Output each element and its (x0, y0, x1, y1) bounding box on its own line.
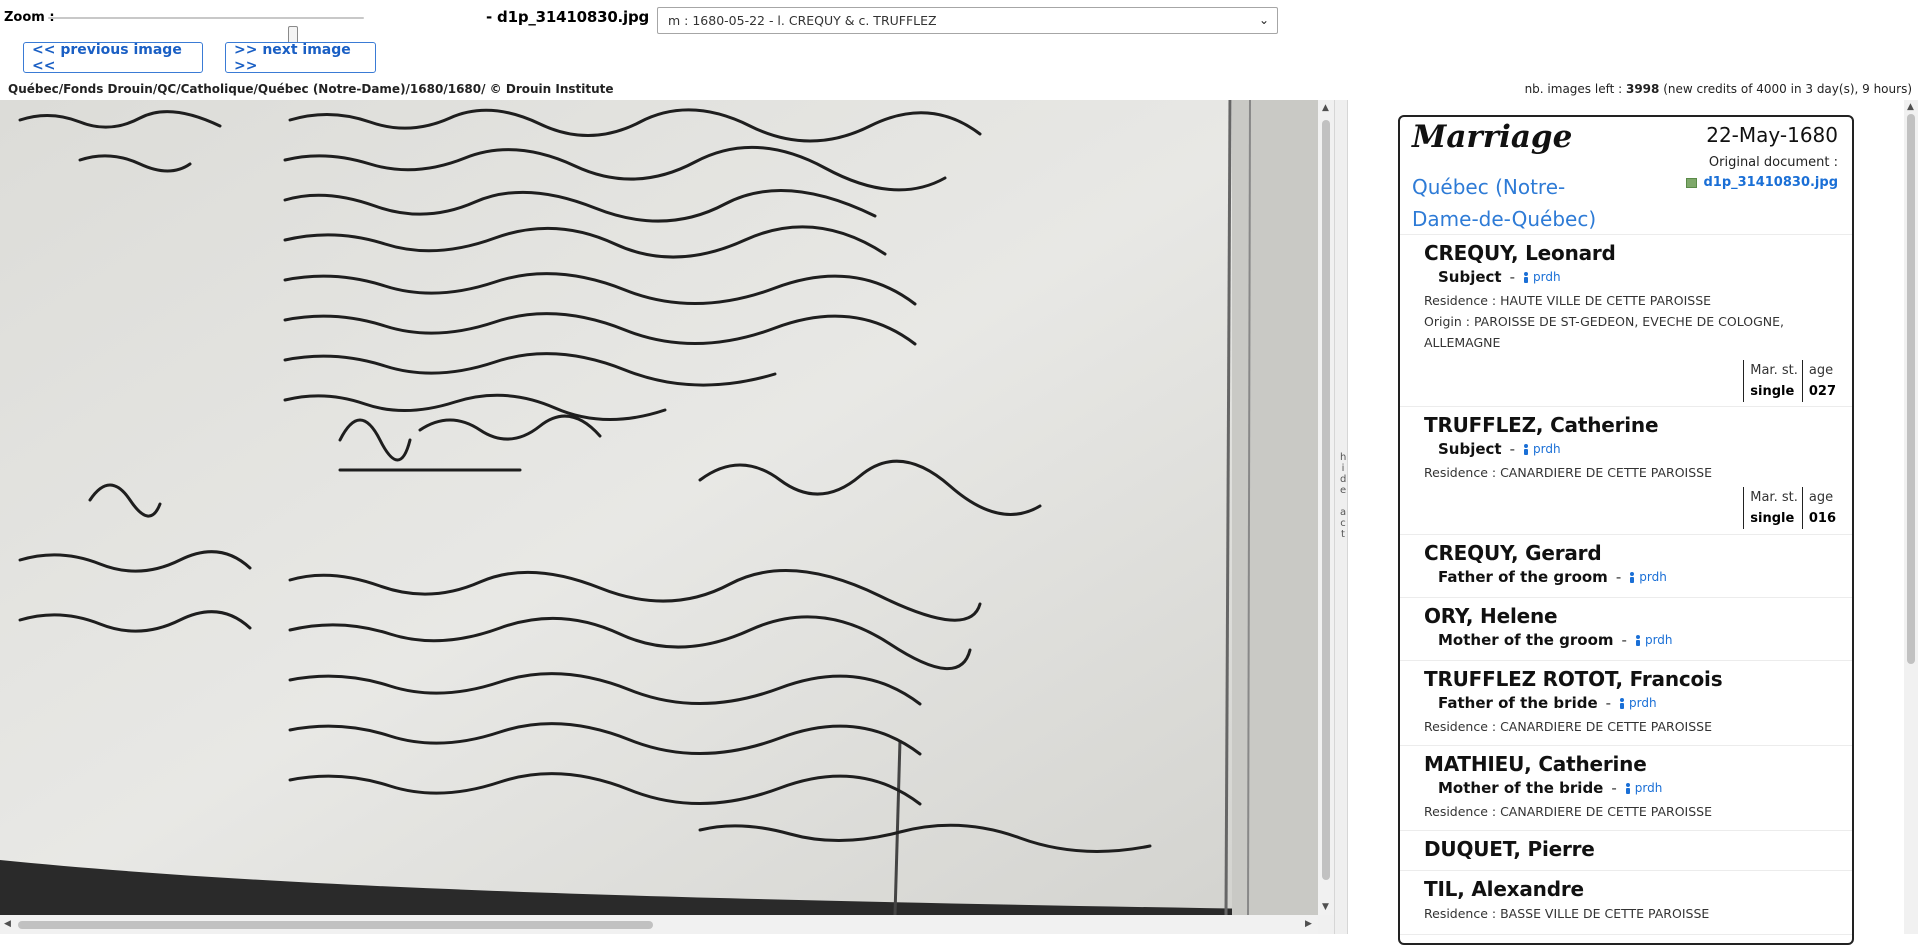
viewer-horizontal-scrollbar[interactable]: ◀ ▶ (0, 915, 1318, 934)
image-file-icon (1686, 177, 1698, 188)
original-document-filename[interactable]: d1p_31410830.jpg (1703, 175, 1838, 190)
chevron-down-icon: ⌄ (1258, 13, 1269, 27)
next-image-button[interactable]: >> next image >> (225, 42, 376, 74)
marital-status-table: Mar. st. single age 016 (1743, 487, 1840, 529)
zoom-label: Zoom : (4, 10, 55, 25)
act-details-panel: Marriage 22-May-1680 Québec (Notre-Dame-… (1348, 100, 1918, 945)
person-role: Mother of the bride (1438, 779, 1604, 797)
marital-status-value: single (1750, 511, 1795, 526)
person-role: Mother of the groom (1438, 631, 1614, 649)
person-role: Father of the bride (1438, 694, 1598, 712)
person-icon (1629, 571, 1636, 583)
person-icon (1523, 271, 1530, 283)
act-type: Marriage (1412, 119, 1573, 155)
person-name: TRUFFLEZ, Catherine (1424, 413, 1659, 437)
person-icon (1619, 697, 1626, 709)
scroll-right-icon[interactable]: ▶ (1305, 919, 1312, 929)
prdh-link[interactable]: prdh (1523, 442, 1561, 456)
person-entry: TRUFFLEZ ROTOT, Francois Father of the b… (1400, 661, 1852, 746)
person-entry: CREQUY, Leonard Subject - prdh Residence… (1400, 235, 1852, 407)
image-viewer[interactable]: ▲ ▼ ◀ ▶ (0, 100, 1334, 934)
prdh-link[interactable]: prdh (1625, 781, 1662, 795)
age-label: age (1808, 490, 1834, 505)
original-document-label: Original document : (1708, 155, 1838, 170)
person-entry: TIL, Alexandre Residence : BASSE VILLE D… (1400, 871, 1852, 935)
person-entry: DUQUET, Pierre (1400, 831, 1852, 871)
previous-image-button[interactable]: << previous image << (23, 42, 203, 74)
person-icon (1635, 634, 1642, 646)
scanned-register-image[interactable] (0, 100, 1318, 915)
images-left-status: nb. images left : 3998 (new credits of 4… (1524, 82, 1912, 96)
scroll-up-icon[interactable]: ▲ (1322, 103, 1329, 113)
zoom-slider[interactable] (48, 17, 364, 45)
prdh-link[interactable]: prdh (1635, 633, 1673, 647)
scroll-down-icon[interactable]: ▼ (1322, 902, 1329, 912)
age-label: age (1808, 363, 1834, 378)
marital-status-value: single (1750, 384, 1795, 399)
record-select[interactable]: m : 1680-05-22 - l. CREQUY & c. TRUFFLEZ… (657, 7, 1278, 34)
person-residence: Residence : CANARDIERE DE CETTE PAROISSE (1424, 719, 1713, 734)
person-icon (1523, 443, 1530, 455)
person-name: CREQUY, Leonard (1424, 241, 1616, 265)
act-header: Marriage 22-May-1680 Québec (Notre-Dame-… (1400, 117, 1852, 235)
image-filename: - d1p_31410830.jpg (486, 8, 650, 26)
marital-status-label: Mar. st. (1750, 363, 1798, 378)
person-name: ORY, Helene (1424, 604, 1558, 628)
person-residence: Residence : BASSE VILLE DE CETTE PAROISS… (1424, 906, 1710, 921)
person-residence: Residence : CANARDIERE DE CETTE PAROISSE (1424, 804, 1713, 819)
person-residence: Residence : HAUTE VILLE DE CETTE PAROISS… (1424, 293, 1712, 308)
person-entry: CREQUY, Gerard Father of the groom - prd… (1400, 535, 1852, 598)
handwritten-document-scan (0, 100, 1318, 915)
act-date: 22-May-1680 (1706, 123, 1838, 147)
person-entry: MATHIEU, Catherine Mother of the bride -… (1400, 746, 1852, 831)
person-role: Subject (1438, 268, 1502, 286)
panel-vertical-scrollbar[interactable]: ▲ (1904, 100, 1918, 934)
viewer-horizontal-scroll-thumb[interactable] (18, 921, 653, 929)
panel-vertical-scroll-thumb[interactable] (1907, 114, 1915, 664)
person-entry: TRUFFLEZ, Catherine Subject - prdh Resid… (1400, 407, 1852, 535)
person-icon (1625, 782, 1632, 794)
marital-status-table: Mar. st. single age 027 (1743, 360, 1840, 402)
age-value: 027 (1808, 384, 1836, 399)
person-name: TIL, Alexandre (1424, 877, 1584, 901)
person-role: Father of the groom (1438, 568, 1608, 586)
prdh-link[interactable]: prdh (1523, 270, 1561, 284)
person-name: MATHIEU, Catherine (1424, 752, 1647, 776)
viewer-vertical-scrollbar[interactable]: ▲ ▼ (1318, 100, 1334, 915)
person-residence: Residence : CANARDIERE DE CETTE PAROISSE (1424, 465, 1713, 480)
scroll-left-icon[interactable]: ◀ (4, 919, 11, 929)
person-role: Subject (1438, 440, 1502, 458)
parish-link[interactable]: Québec (Notre-Dame-de-Québec) (1412, 171, 1622, 235)
original-document-link[interactable]: d1p_31410830.jpg (1686, 175, 1838, 190)
person-name: TRUFFLEZ ROTOT, Francois (1424, 667, 1723, 691)
record-select-value: m : 1680-05-22 - l. CREQUY & c. TRUFFLEZ (668, 13, 937, 28)
marital-status-label: Mar. st. (1750, 490, 1798, 505)
person-origin: Origin : PAROISSE DE ST-GEDEON, EVECHE D… (1424, 314, 1784, 350)
prdh-link[interactable]: prdh (1629, 570, 1667, 584)
breadcrumb: Québec/Fonds Drouin/QC/Catholique/Québec… (8, 82, 614, 96)
viewer-vertical-scroll-thumb[interactable] (1322, 120, 1330, 880)
hide-act-toggle[interactable]: hide act (1340, 452, 1346, 540)
person-entry: ORY, Helene Mother of the groom - prdh (1400, 598, 1852, 661)
scroll-up-icon[interactable]: ▲ (1907, 102, 1914, 112)
person-name: CREQUY, Gerard (1424, 541, 1602, 565)
images-left-count: 3998 (1625, 82, 1660, 96)
prdh-link[interactable]: prdh (1619, 696, 1657, 710)
age-value: 016 (1808, 511, 1836, 526)
act-card: Marriage 22-May-1680 Québec (Notre-Dame-… (1398, 115, 1854, 945)
person-name: DUQUET, Pierre (1424, 837, 1595, 861)
